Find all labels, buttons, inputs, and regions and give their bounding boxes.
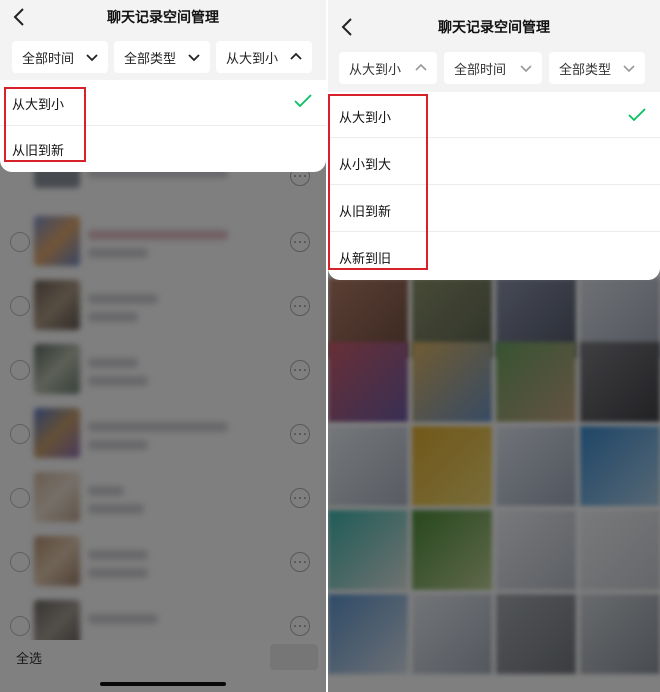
filter-time-label: 全部时间 (454, 62, 507, 78)
chevron-down-icon (188, 54, 200, 62)
chevron-down-icon (86, 54, 98, 62)
filter-type-button[interactable]: 全部类型 (114, 41, 210, 73)
filter-type-label: 全部类型 (124, 51, 177, 67)
right-screen: 聊天记录空间管理 从大到小 全部时间 全部类型 从大到小 从小到大 从旧到新 从… (328, 0, 660, 692)
page-title: 聊天记录空间管理 (438, 20, 550, 36)
filter-sort-label: 从大到小 (349, 62, 402, 78)
chevron-down-icon (520, 65, 532, 73)
filter-sort-button[interactable]: 从大到小 (216, 41, 312, 73)
checkmark-icon (294, 94, 312, 108)
filter-bar: 全部时间 全部类型 从大到小 (0, 38, 326, 80)
filter-time-button[interactable]: 全部时间 (444, 52, 542, 84)
filter-type-label: 全部类型 (559, 62, 612, 78)
header: 聊天记录空间管理 (0, 0, 326, 38)
left-screen: 聊天记录空间管理 全部时间 全部类型 从大到小 全选 从大到小 从旧到新 (0, 0, 326, 692)
header: 聊天记录空间管理 (328, 4, 660, 46)
checkmark-icon (628, 108, 646, 122)
filter-sort-button[interactable]: 从大到小 (339, 52, 437, 84)
filter-time-label: 全部时间 (22, 51, 75, 67)
filter-sort-label: 从大到小 (226, 51, 279, 67)
filter-type-button[interactable]: 全部类型 (549, 52, 645, 84)
page-title: 聊天记录空间管理 (107, 10, 219, 26)
chevron-down-icon (623, 65, 635, 73)
highlight-box (4, 87, 86, 162)
filter-time-button[interactable]: 全部时间 (12, 41, 108, 73)
chevron-up-icon (290, 52, 302, 60)
chevron-up-icon (415, 63, 427, 71)
divider (326, 0, 328, 692)
filter-bar: 从大到小 全部时间 全部类型 (328, 46, 660, 92)
highlight-box (328, 94, 428, 270)
